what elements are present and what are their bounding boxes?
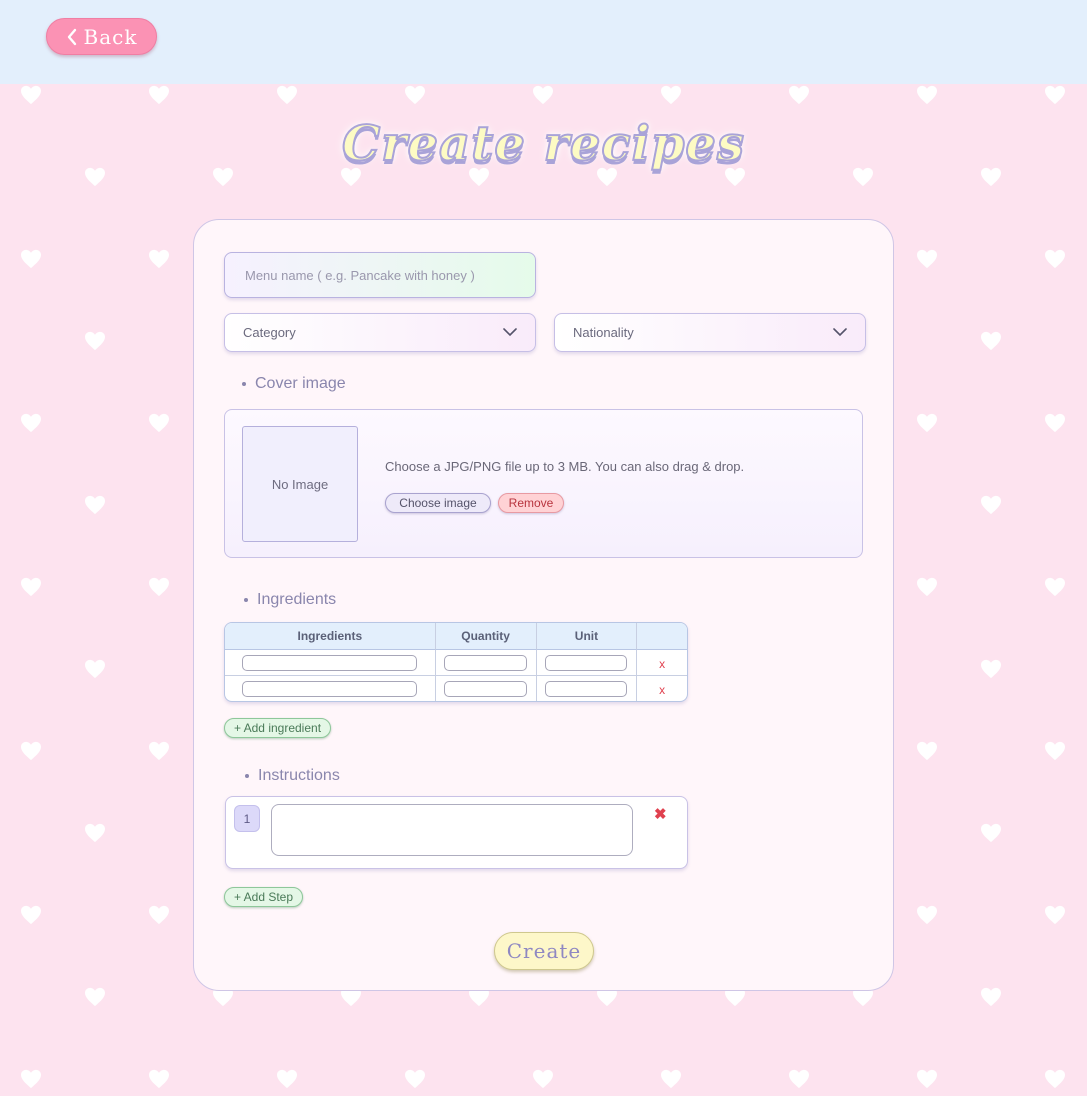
- heart-icon: [21, 905, 41, 925]
- heart-icon: [277, 85, 297, 105]
- heart-icon: [1045, 905, 1065, 925]
- heart-icon: [21, 741, 41, 761]
- heart-icon: [85, 987, 105, 1007]
- ingredient-name-input[interactable]: [242, 654, 418, 671]
- heart-icon: [149, 85, 169, 105]
- heart-icon: [1045, 249, 1065, 269]
- category-select[interactable]: Category: [224, 313, 536, 352]
- step-number-badge: 1: [234, 805, 260, 832]
- heart-icon: [405, 85, 425, 105]
- chevron-down-icon: [833, 328, 847, 337]
- add-step-button[interactable]: + Add Step: [224, 887, 303, 907]
- ingredient-row: x: [225, 650, 687, 676]
- header-unit: Unit: [536, 623, 638, 650]
- heart-icon: [981, 331, 1001, 351]
- heart-icon: [21, 413, 41, 433]
- heart-icon: [917, 85, 937, 105]
- ingredient-quantity-input[interactable]: [444, 654, 528, 671]
- menu-name-input[interactable]: Menu name ( e.g. Pancake with honey ): [224, 252, 536, 298]
- heart-icon: [917, 413, 937, 433]
- heart-icon: [149, 413, 169, 433]
- heart-icon: [917, 577, 937, 597]
- ingredients-section-label: Ingredients: [244, 591, 336, 609]
- top-bar: Back: [0, 0, 1087, 84]
- no-image-text: No Image: [271, 476, 329, 492]
- ingredient-name-input[interactable]: [242, 680, 418, 697]
- heart-icon: [149, 905, 169, 925]
- heart-icon: [21, 85, 41, 105]
- heart-icon: [1045, 577, 1065, 597]
- heart-icon: [1045, 413, 1065, 433]
- bullet-dot: [245, 774, 249, 778]
- heart-icon: [85, 331, 105, 351]
- bullet-dot: [244, 598, 248, 602]
- cover-image-hint: Choose a JPG/PNG file up to 3 MB. You ca…: [385, 459, 745, 474]
- instructions-section-label: Instructions: [245, 767, 340, 785]
- instructions-label: Instructions: [258, 767, 340, 784]
- delete-step-button[interactable]: ✖: [654, 805, 667, 823]
- ingredient-row: x: [225, 676, 687, 701]
- nationality-value: Nationality: [573, 325, 634, 340]
- heart-icon: [661, 85, 681, 105]
- heart-icon: [1045, 85, 1065, 105]
- step-text-input[interactable]: [271, 804, 633, 856]
- heart-icon: [789, 1069, 809, 1089]
- back-label: Back: [83, 24, 138, 49]
- page-title: Create recipes: [341, 115, 745, 173]
- heart-icon: [981, 987, 1001, 1007]
- header-ingredients: Ingredients: [225, 623, 436, 650]
- heart-icon: [277, 1069, 297, 1089]
- chevron-down-icon: [503, 328, 517, 337]
- cover-image-label: Cover image: [255, 375, 346, 392]
- ingredients-label: Ingredients: [257, 591, 337, 608]
- delete-ingredient-button[interactable]: x: [659, 683, 665, 697]
- heart-icon: [981, 823, 1001, 843]
- heart-icon: [1045, 1069, 1065, 1089]
- ingredient-unit-input[interactable]: [545, 680, 628, 697]
- heart-icon: [149, 249, 169, 269]
- ingredients-header-row: Ingredients Quantity Unit: [225, 623, 687, 650]
- heart-icon: [149, 741, 169, 761]
- heart-icon: [21, 249, 41, 269]
- heart-icon: [21, 577, 41, 597]
- heart-icon: [149, 1069, 169, 1089]
- heart-icon: [1045, 741, 1065, 761]
- menu-name-placeholder: Menu name ( e.g. Pancake with honey ): [245, 267, 475, 283]
- heart-icon: [917, 905, 937, 925]
- heart-icon: [789, 85, 809, 105]
- category-value: Category: [243, 325, 296, 340]
- heart-icon: [533, 1069, 553, 1089]
- heart-icon: [85, 823, 105, 843]
- remove-image-button[interactable]: Remove: [498, 493, 564, 513]
- back-button[interactable]: Back: [46, 18, 157, 55]
- cover-image-section-label: Cover image: [242, 375, 346, 393]
- delete-ingredient-button[interactable]: x: [659, 657, 665, 671]
- heart-icon: [85, 495, 105, 515]
- create-button[interactable]: Create: [494, 932, 594, 970]
- nationality-select[interactable]: Nationality: [554, 313, 866, 352]
- ingredients-table: Ingredients Quantity Unit x x: [224, 622, 688, 702]
- chevron-left-icon: [67, 28, 76, 45]
- heart-icon: [981, 495, 1001, 515]
- choose-image-button[interactable]: Choose image: [385, 493, 491, 513]
- bullet-dot: [242, 382, 246, 386]
- heart-icon: [533, 85, 553, 105]
- heart-icon: [85, 659, 105, 679]
- heart-icon: [21, 1069, 41, 1089]
- heart-icon: [405, 1069, 425, 1089]
- heart-icon: [149, 577, 169, 597]
- heart-icon: [981, 659, 1001, 679]
- add-ingredient-button[interactable]: + Add ingredient: [224, 718, 331, 738]
- heart-icon: [917, 741, 937, 761]
- heart-icon: [917, 1069, 937, 1089]
- ingredient-unit-input[interactable]: [545, 654, 628, 671]
- cover-image-preview: No Image: [242, 426, 358, 542]
- header-actions: [637, 623, 687, 650]
- header-quantity: Quantity: [435, 623, 537, 650]
- heart-icon: [917, 249, 937, 269]
- heart-icon: [661, 1069, 681, 1089]
- ingredient-quantity-input[interactable]: [444, 680, 528, 697]
